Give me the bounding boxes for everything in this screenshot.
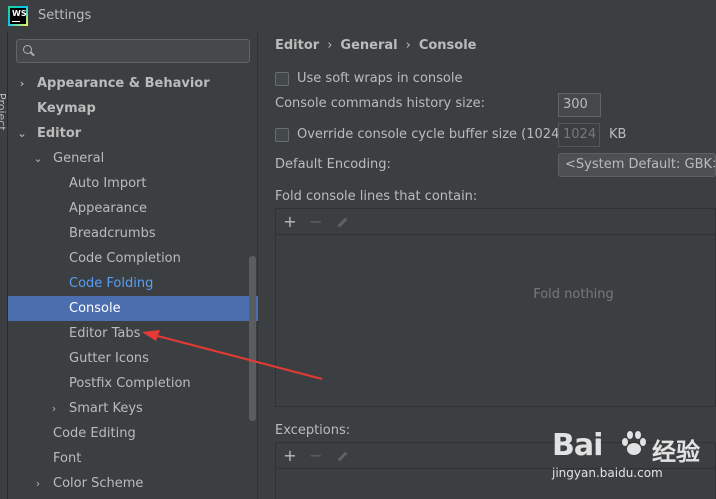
logo-text: WS bbox=[10, 7, 27, 24]
tree-item-console[interactable]: Console bbox=[8, 296, 258, 321]
soft-wraps-checkbox[interactable] bbox=[275, 71, 289, 86]
breadcrumb-separator: › bbox=[405, 38, 411, 53]
encoding-label: Default Encoding: bbox=[275, 157, 391, 172]
chevron-down-icon[interactable]: ⌄ bbox=[32, 146, 44, 171]
tree-item-appearance-behavior[interactable]: › Appearance & Behavior bbox=[8, 71, 258, 96]
tree-item-label: Gutter Icons bbox=[69, 351, 149, 366]
edit-icon[interactable] bbox=[334, 214, 350, 230]
fold-empty-text: Fold nothing bbox=[533, 287, 614, 302]
tree-item-label: Keymap bbox=[37, 101, 96, 116]
fold-lines-label: Fold console lines that contain: bbox=[275, 189, 478, 204]
tree-item-label: Smart Keys bbox=[69, 401, 143, 416]
add-icon[interactable]: + bbox=[282, 447, 298, 464]
history-size-label: Console commands history size: bbox=[275, 96, 485, 111]
watermark-url: jingyan.baidu.com bbox=[552, 466, 663, 480]
tree-item-label: Editor Tabs bbox=[69, 326, 141, 341]
override-buffer-row[interactable]: Override console cycle buffer size (1024… bbox=[275, 127, 586, 142]
baidu-paw-icon bbox=[622, 431, 646, 455]
tree-item-label: General bbox=[53, 151, 105, 166]
tree-item-label: Auto Import bbox=[69, 176, 147, 191]
exceptions-row: Exceptions: bbox=[275, 423, 350, 438]
tree-item-label: Font bbox=[53, 451, 82, 466]
tree-scrollbar[interactable] bbox=[249, 256, 256, 421]
project-tool-label: Project bbox=[0, 93, 8, 131]
breadcrumb-separator: › bbox=[327, 38, 333, 53]
encoding-select[interactable]: <System Default: GBK> bbox=[558, 153, 716, 177]
tree-item-label: Postfix Completion bbox=[69, 376, 191, 391]
buffer-size-input[interactable]: 1024 bbox=[558, 123, 600, 147]
webstorm-logo-icon: WS bbox=[8, 5, 28, 26]
title-bar: WS Settings bbox=[0, 0, 716, 31]
tree-item-label: Appearance bbox=[69, 201, 148, 216]
tree-item-label: Code Folding bbox=[69, 276, 154, 291]
override-buffer-label: Override console cycle buffer size (1024… bbox=[297, 127, 586, 142]
encoding-row: Default Encoding: bbox=[275, 157, 391, 172]
history-size-input[interactable]: 300 bbox=[558, 93, 601, 117]
tree-item-appearance[interactable]: Appearance bbox=[8, 196, 258, 221]
tree-item-general[interactable]: ⌄ General bbox=[8, 146, 258, 171]
fold-lines-toolbar: + − bbox=[276, 209, 715, 235]
settings-search[interactable] bbox=[16, 39, 250, 63]
fold-lines-body[interactable]: Fold nothing bbox=[276, 235, 715, 407]
watermark-brand-cn: 经验 bbox=[652, 438, 700, 466]
baidu-watermark: Bai 经验 jingyan.baidu.com bbox=[548, 424, 716, 499]
tree-item-label: Editor bbox=[37, 126, 82, 141]
project-tool-strip: Project bbox=[0, 31, 8, 499]
tree-item-color-scheme[interactable]: › Color Scheme bbox=[8, 471, 258, 496]
breadcrumb: Editor › General › Console bbox=[275, 38, 476, 53]
tree-item-label: Color Scheme bbox=[53, 476, 144, 491]
settings-tree: › Appearance & Behavior Keymap ⌄ Editor ⌄ Gene… bbox=[8, 71, 258, 496]
tree-item-editor-tabs[interactable]: Editor Tabs bbox=[8, 321, 258, 346]
tree-item-breadcrumbs[interactable]: Breadcrumbs bbox=[8, 221, 258, 246]
fold-lines-list: + − Fold nothing bbox=[275, 208, 716, 407]
tree-item-gutter-icons[interactable]: Gutter Icons bbox=[8, 346, 258, 371]
chevron-right-icon[interactable]: › bbox=[48, 396, 60, 421]
breadcrumb-general[interactable]: General bbox=[340, 38, 397, 53]
tree-item-auto-import[interactable]: Auto Import bbox=[8, 171, 258, 196]
chevron-down-icon[interactable]: ⌄ bbox=[16, 121, 28, 146]
tree-item-label: Breadcrumbs bbox=[69, 226, 156, 241]
tree-item-label: Code Completion bbox=[69, 251, 181, 266]
tree-item-editor[interactable]: ⌄ Editor bbox=[8, 121, 258, 146]
settings-tree-panel: › Appearance & Behavior Keymap ⌄ Editor ⌄ Gene… bbox=[8, 31, 258, 499]
tree-item-keymap[interactable]: Keymap bbox=[8, 96, 258, 121]
tree-item-code-completion[interactable]: Code Completion bbox=[8, 246, 258, 271]
tree-item-code-editing[interactable]: Code Editing bbox=[8, 421, 258, 446]
tree-item-label: Appearance & Behavior bbox=[37, 76, 210, 91]
tree-item-smart-keys[interactable]: › Smart Keys bbox=[8, 396, 258, 421]
chevron-right-icon[interactable]: › bbox=[32, 471, 44, 496]
remove-icon[interactable]: − bbox=[308, 213, 324, 230]
window-title: Settings bbox=[38, 8, 92, 23]
buffer-unit: KB bbox=[609, 127, 627, 142]
breadcrumb-editor[interactable]: Editor bbox=[275, 38, 319, 53]
tree-item-label: Code Editing bbox=[53, 426, 136, 441]
exceptions-label: Exceptions: bbox=[275, 423, 351, 438]
breadcrumb-console: Console bbox=[418, 38, 477, 53]
history-size-row: Console commands history size: bbox=[275, 96, 485, 111]
tree-item-font[interactable]: Font bbox=[8, 446, 258, 471]
soft-wraps-row[interactable]: Use soft wraps in console bbox=[275, 71, 462, 86]
search-input[interactable] bbox=[40, 43, 240, 59]
soft-wraps-label: Use soft wraps in console bbox=[297, 71, 463, 86]
watermark-brand: Bai bbox=[552, 428, 603, 463]
tree-item-label: Console bbox=[69, 301, 121, 316]
override-buffer-checkbox[interactable] bbox=[275, 127, 289, 142]
project-tool-tab[interactable]: Project bbox=[0, 93, 8, 137]
tree-item-code-folding[interactable]: Code Folding bbox=[8, 271, 258, 296]
edit-icon[interactable] bbox=[334, 448, 350, 464]
remove-icon[interactable]: − bbox=[308, 447, 324, 464]
tree-item-postfix-completion[interactable]: Postfix Completion bbox=[8, 371, 258, 396]
add-icon[interactable]: + bbox=[282, 213, 298, 230]
chevron-right-icon[interactable]: › bbox=[16, 71, 28, 96]
search-icon bbox=[22, 43, 38, 59]
fold-lines-row: Fold console lines that contain: bbox=[275, 189, 477, 204]
